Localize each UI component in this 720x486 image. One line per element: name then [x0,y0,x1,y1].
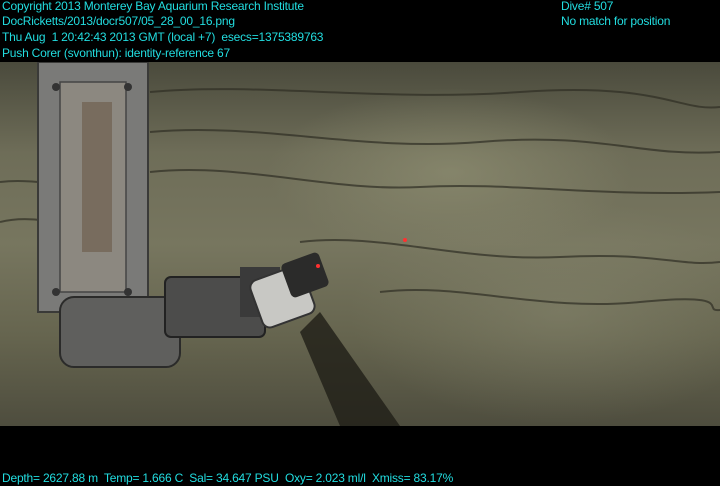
sensor-readout-text: Depth= 2627.88 m Temp= 1.666 C Sal= 34.6… [2,471,454,485]
annotation-text: Push Corer (svonthun): identity-referenc… [2,46,230,60]
position-status-text: No match for position [561,14,671,28]
seafloor-scene [0,61,720,426]
seafloor-image [0,61,720,426]
copyright-text: Copyright 2013 Monterey Bay Aquarium Res… [2,0,304,13]
laser-dot [403,238,407,242]
laser-dot [316,264,320,268]
video-frame: Copyright 2013 Monterey Bay Aquarium Res… [0,0,720,486]
dive-number-text: Dive# 507 [561,0,614,13]
manipulator-arm [37,61,280,368]
file-path-text: DocRicketts/2013/docr507/05_28_00_16.png [2,14,235,28]
arm-shadow [300,312,400,426]
timestamp-text: Thu Aug 1 20:42:43 2013 GMT (local +7) e… [2,30,324,44]
